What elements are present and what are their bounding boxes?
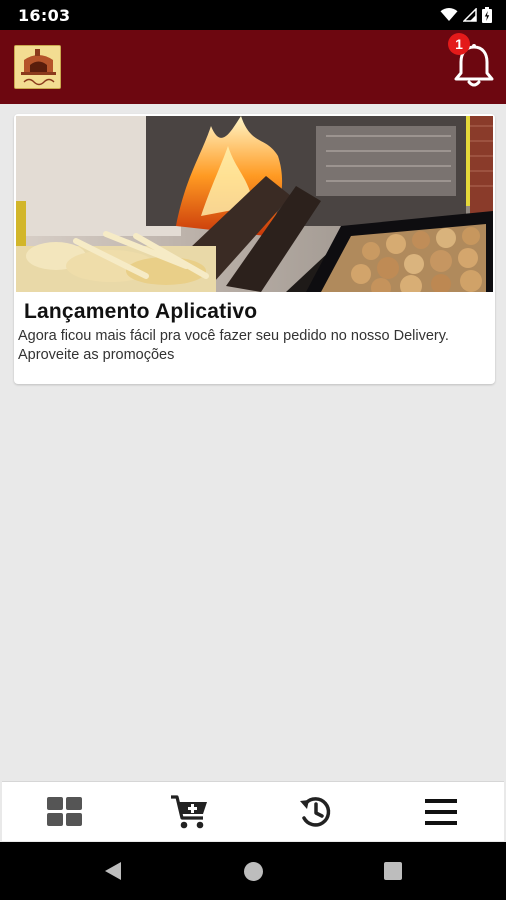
status-bar: 16:03	[0, 0, 506, 30]
news-card-image	[16, 116, 493, 292]
cellular-signal-icon	[463, 8, 477, 22]
status-icons	[440, 7, 492, 23]
home-icon[interactable]	[244, 862, 263, 881]
history-icon	[299, 796, 330, 827]
restaurant-logo[interactable]	[14, 45, 61, 89]
news-card-title: Lançamento Aplicativo	[24, 300, 258, 323]
nav-catalog-button[interactable]	[2, 782, 128, 841]
nav-history-button[interactable]	[253, 782, 379, 841]
battery-icon	[482, 7, 492, 23]
add-to-cart-icon	[171, 794, 208, 828]
recent-apps-icon[interactable]	[384, 862, 402, 880]
news-card-description: Agora ficou mais fácil pra você fazer se…	[18, 328, 449, 363]
grid-icon	[46, 796, 82, 826]
app-bar	[0, 30, 506, 104]
status-time: 16:03	[18, 5, 71, 25]
wifi-icon	[440, 8, 458, 21]
back-icon[interactable]	[104, 861, 122, 881]
nav-cart-button[interactable]	[128, 782, 254, 841]
bottom-navigation	[2, 781, 504, 841]
notification-badge[interactable]: 1	[448, 33, 470, 55]
nav-menu-button[interactable]	[379, 782, 505, 841]
news-card[interactable]: Lançamento Aplicativo Agora ficou mais f…	[14, 114, 495, 384]
menu-icon	[425, 798, 458, 825]
